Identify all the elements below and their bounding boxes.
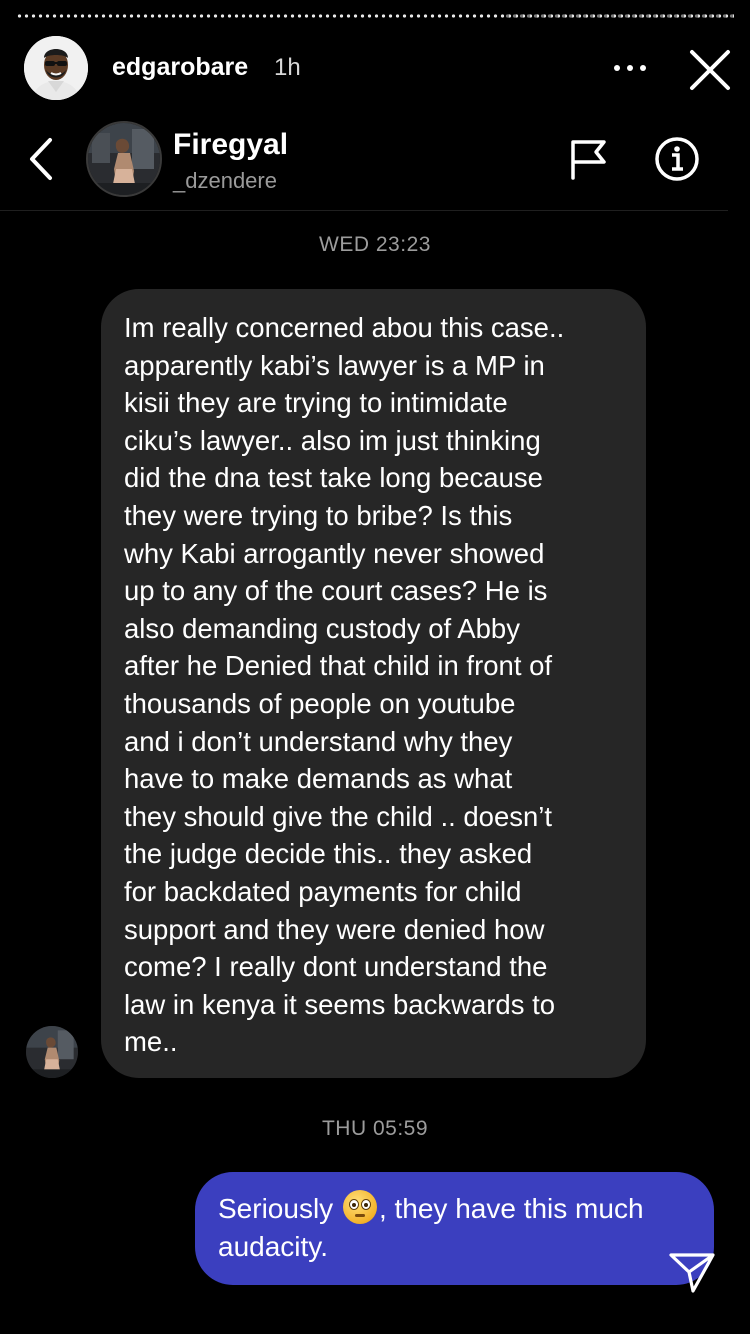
story-header: edgarobare 1h (0, 36, 750, 100)
header-divider (0, 210, 728, 211)
sender-avatar[interactable] (26, 1026, 78, 1078)
message-text: Seriously (218, 1193, 341, 1224)
story-user-avatar[interactable] (24, 36, 88, 100)
story-time: 1h (274, 54, 301, 81)
flag-icon (571, 140, 606, 180)
chat-contact-handle: _dzendere (173, 168, 277, 193)
incoming-message-bubble[interactable]: Im really concerned abou this case.. app… (101, 289, 646, 1078)
info-button[interactable] (654, 136, 700, 182)
info-icon (655, 137, 699, 181)
send-button[interactable] (668, 1252, 716, 1294)
back-button[interactable] (24, 136, 60, 182)
close-button[interactable] (686, 46, 734, 94)
outgoing-message-bubble[interactable]: Seriously , they have this much audacity… (195, 1172, 714, 1285)
chat-contact-name[interactable]: Firegyal (173, 128, 288, 162)
report-button[interactable] (568, 138, 610, 180)
chat-header: Firegyal _dzendere (0, 118, 750, 210)
more-options-button[interactable] (612, 54, 648, 82)
chevron-left-icon (30, 138, 52, 180)
message-timestamp: THU 05:59 (321, 1117, 429, 1140)
story-username[interactable]: edgarobare (112, 53, 248, 82)
message-timestamp: WED 23:23 (319, 233, 431, 256)
more-horizontal-icon (614, 65, 620, 71)
flushed-face-emoji-icon (342, 1190, 377, 1224)
story-progress-remaining (504, 14, 734, 18)
story-progress-bar (16, 14, 734, 18)
close-icon (690, 50, 730, 90)
chat-contact-avatar[interactable] (86, 121, 162, 197)
send-icon (669, 1253, 715, 1293)
